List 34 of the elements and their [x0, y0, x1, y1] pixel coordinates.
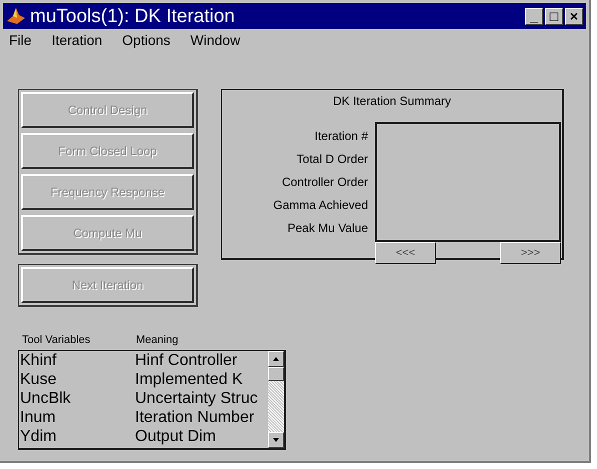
scroll-thumb[interactable]	[268, 366, 284, 380]
list-cell: Iteration Number	[135, 408, 254, 426]
field-label: Controller Order	[282, 175, 368, 190]
menu-item[interactable]: File	[9, 30, 32, 50]
variable-list[interactable]: Khinf Hinf Controller Kuse Implemented K UncBlk Uncertainty Struc Inum Iteration Number Ydim Output Dim	[18, 350, 286, 450]
scroll-down-icon[interactable]	[268, 432, 284, 448]
field-label: Gamma Achieved	[273, 198, 368, 213]
scroll-bar[interactable]	[268, 350, 284, 448]
panel-title: DK Iteration Summary	[332, 93, 452, 110]
minimize-button[interactable]: _	[525, 8, 543, 24]
list-cell-text: Kuse	[20, 370, 58, 388]
column-header: Meaning	[136, 333, 178, 348]
maximize-button[interactable]: □	[545, 8, 563, 24]
next-button[interactable]: >>>	[500, 242, 561, 264]
column-header: Tool Variables	[22, 333, 92, 348]
menu-item[interactable]: Iteration	[52, 30, 102, 50]
list-cell: Hinf Controller	[135, 350, 238, 370]
field-label: Peak Mu Value	[288, 221, 368, 236]
previous-button[interactable]: <<<	[375, 242, 436, 264]
list-cell: Output Dim	[135, 426, 216, 446]
list-cell: Uncertainty Struc	[135, 388, 258, 408]
list-cell: Implemented K	[135, 370, 243, 388]
field-label: Iteration #	[314, 129, 368, 144]
list-cell-text: Inum	[20, 408, 57, 426]
close-button[interactable]: ×	[565, 8, 583, 24]
field-label: Total D Order	[296, 152, 368, 167]
list-cell-text: UncBlk	[20, 388, 72, 408]
scroll-up-icon[interactable]	[268, 350, 284, 366]
list-cell-text: Ydim	[20, 426, 58, 446]
menu-item[interactable]: Options	[122, 30, 170, 50]
peak-surface-icon	[6, 6, 26, 26]
window-title: muTools(1): DK Iteration	[30, 6, 235, 26]
menu-item[interactable]: Window	[190, 30, 240, 50]
list-cell-text: Khinf	[20, 350, 58, 370]
